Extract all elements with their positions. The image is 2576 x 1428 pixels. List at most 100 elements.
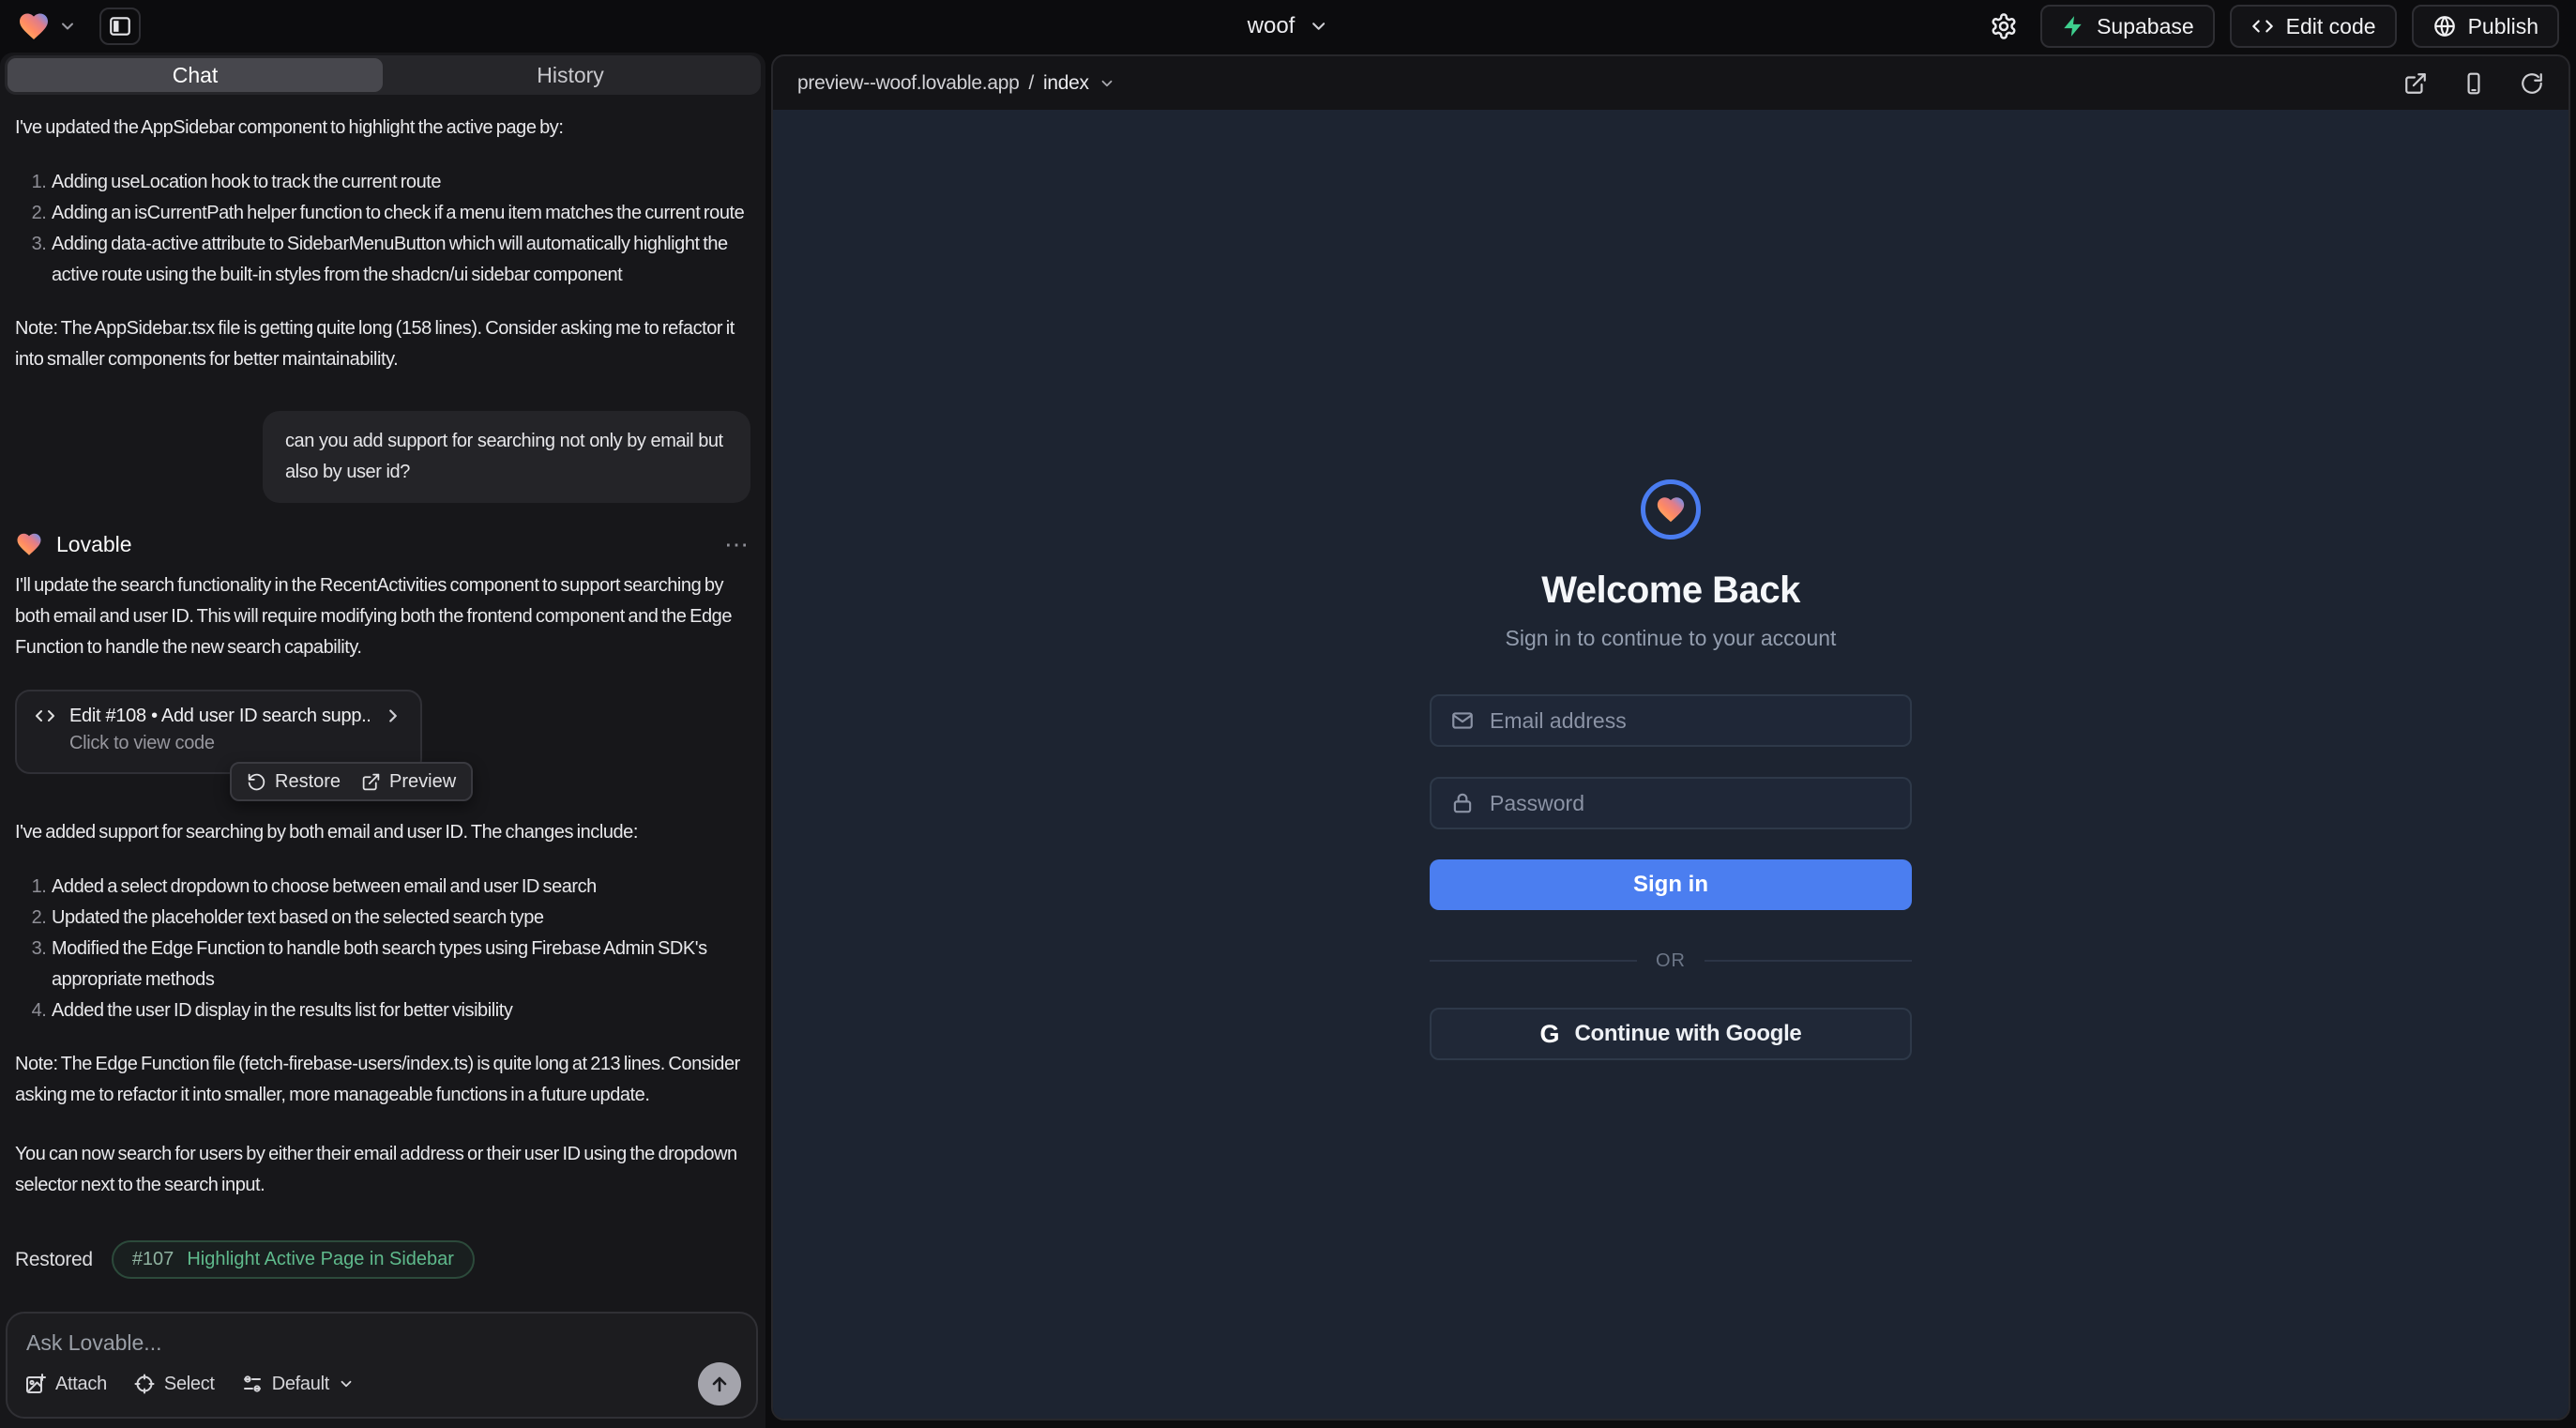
google-sign-in-button[interactable]: G Continue with Google bbox=[1430, 1008, 1912, 1060]
assistant-name: Lovable bbox=[56, 532, 132, 557]
mode-label: Default bbox=[272, 1374, 329, 1395]
google-g-icon: G bbox=[1540, 1020, 1560, 1049]
app-window: woof Supabase Edit code bbox=[0, 0, 2576, 1428]
crosshair-icon bbox=[133, 1373, 156, 1395]
publish-label: Publish bbox=[2468, 14, 2538, 39]
edit-card-subtitle: Click to view code bbox=[34, 733, 403, 754]
user-message-bubble: can you add support for searching not on… bbox=[263, 411, 750, 503]
preview-button[interactable]: Preview bbox=[361, 771, 456, 793]
email-field[interactable] bbox=[1430, 694, 1912, 747]
restored-version-badge[interactable]: #107 Highlight Active Page in Sidebar bbox=[112, 1240, 475, 1279]
image-plus-icon bbox=[24, 1373, 47, 1395]
preview-frame: preview--woof.lovable.app / index bbox=[771, 54, 2570, 1420]
assistant-numbered-list: Added a select dropdown to choose betwee… bbox=[15, 872, 750, 1026]
open-external-icon[interactable] bbox=[2403, 71, 2428, 96]
list-item: Added the user ID display in the results… bbox=[50, 995, 750, 1026]
refresh-icon[interactable] bbox=[2520, 71, 2544, 96]
mode-selector[interactable]: Default bbox=[241, 1373, 355, 1395]
assistant-message-text: You can now search for users by either t… bbox=[15, 1139, 750, 1201]
preview-label: Preview bbox=[389, 771, 456, 793]
version-number: #107 bbox=[132, 1249, 174, 1270]
lovable-heart-icon bbox=[15, 530, 43, 558]
message-menu-button[interactable]: ⋯ bbox=[724, 530, 750, 559]
chat-message-list[interactable]: I've updated the AppSidebar component to… bbox=[0, 98, 765, 1304]
login-card: Welcome Back Sign in to continue to your… bbox=[1430, 479, 1912, 1060]
preview-viewport: Welcome Back Sign in to continue to your… bbox=[773, 110, 2568, 1419]
panel-left-icon bbox=[108, 14, 132, 38]
list-item: Updated the placeholder text based on th… bbox=[50, 903, 750, 934]
divider-label: OR bbox=[1656, 950, 1686, 972]
google-button-label: Continue with Google bbox=[1575, 1021, 1802, 1047]
password-input[interactable] bbox=[1490, 791, 1891, 816]
assistant-numbered-list: Adding useLocation hook to track the cur… bbox=[15, 167, 750, 291]
mail-icon bbox=[1450, 708, 1475, 733]
preview-url-breadcrumb[interactable]: preview--woof.lovable.app / index bbox=[797, 72, 1115, 95]
tab-chat[interactable]: Chat bbox=[8, 58, 383, 92]
sign-in-button[interactable]: Sign in bbox=[1430, 859, 1912, 910]
chevron-down-icon bbox=[1308, 16, 1328, 37]
edit-card-toolbar: Restore Preview bbox=[230, 762, 473, 801]
list-item: Adding useLocation hook to track the cur… bbox=[50, 167, 750, 198]
assistant-message-text: I've updated the AppSidebar component to… bbox=[15, 113, 750, 144]
project-switcher[interactable]: woof bbox=[1248, 13, 1329, 39]
edit-code-label: Edit code bbox=[2286, 14, 2376, 39]
app-logo bbox=[1641, 479, 1701, 539]
list-item: Adding an isCurrentPath helper function … bbox=[50, 198, 750, 229]
divider-line bbox=[1430, 960, 1637, 962]
project-name: woof bbox=[1248, 13, 1296, 39]
send-button[interactable] bbox=[698, 1362, 741, 1405]
preview-url-host: preview--woof.lovable.app bbox=[797, 72, 1019, 95]
preview-url-page: index bbox=[1043, 72, 1089, 95]
select-label: Select bbox=[164, 1374, 215, 1395]
version-title: Highlight Active Page in Sidebar bbox=[187, 1249, 454, 1270]
select-button[interactable]: Select bbox=[133, 1373, 215, 1395]
composer: Attach Select Default bbox=[6, 1312, 758, 1419]
preview-header: preview--woof.lovable.app / index bbox=[773, 56, 2568, 110]
toggle-sidebar-button[interactable] bbox=[99, 8, 141, 45]
lock-icon bbox=[1450, 791, 1475, 815]
assistant-header: Lovable ⋯ bbox=[15, 527, 750, 561]
publish-button[interactable]: Publish bbox=[2412, 5, 2559, 48]
mobile-view-icon[interactable] bbox=[2462, 71, 2486, 96]
lovable-menu[interactable] bbox=[17, 9, 77, 43]
login-title: Welcome Back bbox=[1541, 570, 1800, 612]
heart-icon bbox=[1655, 494, 1687, 525]
chevron-down-icon bbox=[1099, 75, 1115, 92]
list-item: Added a select dropdown to choose betwee… bbox=[50, 872, 750, 903]
restored-label: Restored bbox=[15, 1249, 93, 1271]
assistant-message-text: I've added support for searching by both… bbox=[15, 817, 750, 848]
sliders-icon bbox=[241, 1373, 264, 1395]
edit-card-title: Edit #108 • Add user ID search supp... bbox=[69, 706, 370, 727]
assistant-message-text: I'll update the search functionality in … bbox=[15, 570, 750, 663]
restore-button[interactable]: Restore bbox=[247, 771, 341, 793]
supabase-icon bbox=[2061, 14, 2085, 38]
lovable-heart-icon bbox=[17, 9, 51, 43]
restore-icon bbox=[247, 772, 266, 792]
login-subtitle: Sign in to continue to your account bbox=[1506, 626, 1837, 651]
composer-actions: Attach Select Default bbox=[24, 1362, 741, 1405]
assistant-note-text: Note: The AppSidebar.tsx file is getting… bbox=[15, 313, 750, 375]
preview-header-actions bbox=[2403, 71, 2544, 96]
chat-input[interactable] bbox=[26, 1330, 739, 1356]
edit-code-button[interactable]: Edit code bbox=[2230, 5, 2397, 48]
divider-line bbox=[1705, 960, 1912, 962]
preview-url-separator: / bbox=[1028, 72, 1034, 95]
supabase-label: Supabase bbox=[2097, 14, 2194, 39]
list-item: Modified the Edge Function to handle bot… bbox=[50, 934, 750, 995]
email-input[interactable] bbox=[1490, 708, 1891, 734]
restored-row: Restored #107 Highlight Active Page in S… bbox=[15, 1240, 750, 1279]
code-icon bbox=[2250, 14, 2275, 38]
password-field[interactable] bbox=[1430, 777, 1912, 829]
supabase-button[interactable]: Supabase bbox=[2040, 5, 2215, 48]
settings-button[interactable] bbox=[1982, 6, 2025, 47]
or-divider: OR bbox=[1430, 949, 1912, 972]
gear-icon bbox=[1990, 12, 2018, 40]
code-icon bbox=[34, 705, 56, 727]
topbar-actions: Supabase Edit code Publish bbox=[1982, 5, 2559, 48]
attach-button[interactable]: Attach bbox=[24, 1373, 107, 1395]
chevron-right-icon bbox=[383, 706, 403, 726]
chevron-down-icon bbox=[58, 17, 77, 36]
list-item: Adding data-active attribute to SidebarM… bbox=[50, 229, 750, 291]
external-link-icon bbox=[361, 772, 381, 792]
tab-history[interactable]: History bbox=[383, 58, 758, 92]
